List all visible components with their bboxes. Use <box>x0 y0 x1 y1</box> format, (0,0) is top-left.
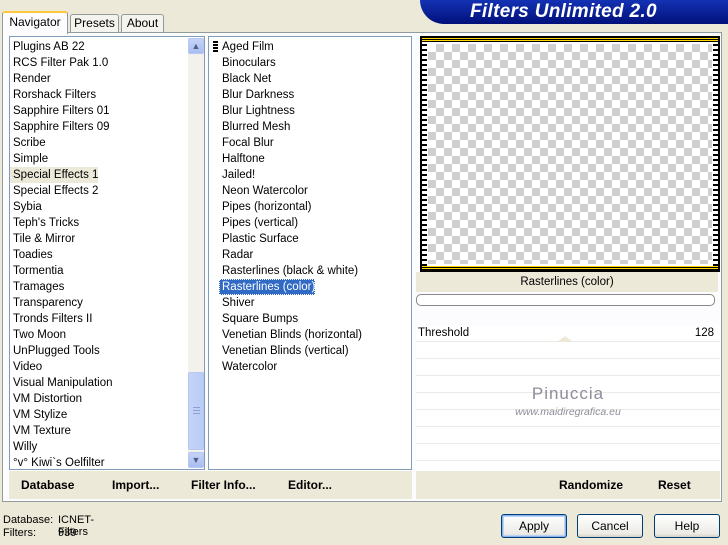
apply-button[interactable]: Apply <box>501 514 567 538</box>
slider-marker[interactable] <box>557 336 573 342</box>
filter-info-button[interactable]: Filter Info... <box>191 471 256 499</box>
category-item[interactable]: Tronds Filters II <box>10 311 92 327</box>
watermark-url: www.maidiregrafica.eu <box>515 406 621 418</box>
category-item[interactable]: Two Moon <box>10 327 66 343</box>
filters-value: 939 <box>58 527 77 539</box>
category-item[interactable]: Sapphire Filters 09 <box>10 119 110 135</box>
filter-item[interactable]: Pipes (vertical) <box>219 215 298 231</box>
category-item[interactable]: Sybia <box>10 199 42 215</box>
category-item[interactable]: VM Distortion <box>10 391 82 407</box>
watermark-name: Pinuccia <box>531 384 605 403</box>
filter-item[interactable]: Square Bumps <box>219 311 298 327</box>
right-action-bar: Randomize Reset <box>416 471 720 499</box>
category-item[interactable]: Tramages <box>10 279 64 295</box>
filter-item[interactable]: Binoculars <box>219 55 276 71</box>
filter-item[interactable]: Pipes (horizontal) <box>219 199 311 215</box>
category-item[interactable]: Special Effects 1 <box>10 167 99 183</box>
category-item[interactable]: Simple <box>10 151 48 167</box>
randomize-button[interactable]: Randomize <box>559 471 623 499</box>
category-list[interactable]: Plugins AB 22 RCS Filter Pak 1.0 Render Ror… <box>9 36 205 470</box>
category-item[interactable]: Video <box>10 359 42 375</box>
cancel-button[interactable]: Cancel <box>577 514 643 538</box>
category-item[interactable]: Visual Manipulation <box>10 375 113 391</box>
category-item[interactable]: Scribe <box>10 135 46 151</box>
filter-controls: Threshold 128 Pinuccia www.maidiregrafic… <box>416 326 720 472</box>
preview-pane <box>420 36 720 272</box>
control-row-empty <box>416 445 720 461</box>
filter-item[interactable]: Blur Darkness <box>219 87 294 103</box>
filter-item[interactable]: Focal Blur <box>219 135 274 151</box>
category-item[interactable]: Teph's Tricks <box>10 215 79 231</box>
chevron-down-icon[interactable]: ▼ <box>188 452 204 468</box>
control-value: 128 <box>694 327 714 339</box>
tab-navigator[interactable]: Navigator <box>2 11 68 34</box>
status-filters: Filters: 939 <box>3 527 76 539</box>
category-item[interactable]: Plugins AB 22 <box>10 39 85 55</box>
category-item[interactable]: Render <box>10 71 51 87</box>
control-row-threshold[interactable]: Threshold 128 <box>416 326 720 342</box>
category-item[interactable]: Toadies <box>10 247 53 263</box>
tab-about[interactable]: About <box>121 14 164 33</box>
filter-item[interactable]: Jailed! <box>219 167 255 183</box>
filter-item[interactable]: Shiver <box>219 295 255 311</box>
category-item[interactable]: RCS Filter Pak 1.0 <box>10 55 108 71</box>
category-item[interactable]: Tormentia <box>10 263 64 279</box>
control-row-empty <box>416 428 720 444</box>
category-item[interactable]: UnPlugged Tools <box>10 343 100 359</box>
chevron-up-icon[interactable]: ▲ <box>188 38 204 54</box>
category-item[interactable]: Tile & Mirror <box>10 231 75 247</box>
category-item[interactable]: Special Effects 2 <box>10 183 98 199</box>
filter-item[interactable]: Neon Watercolor <box>219 183 308 199</box>
filters-label: Filters: <box>3 527 36 539</box>
left-action-bar: Database Import... Filter Info... Editor… <box>9 471 412 499</box>
category-item[interactable]: Transparency <box>10 295 83 311</box>
filter-item[interactable]: Blur Lightness <box>219 103 295 119</box>
category-scrollbar[interactable]: ▲ ▼ <box>188 38 204 468</box>
help-button[interactable]: Help <box>654 514 720 538</box>
filter-list[interactable]: Aged Film Binoculars Black Net Blur Darknes… <box>208 36 412 470</box>
category-item[interactable]: VM Stylize <box>10 407 67 423</box>
category-item[interactable]: °v° Kiwi`s Oelfilter <box>10 455 105 471</box>
filter-item[interactable]: Halftone <box>219 151 265 167</box>
category-item[interactable]: Willy <box>10 439 37 455</box>
filter-item[interactable]: Black Net <box>219 71 271 87</box>
progress-bar <box>416 294 715 306</box>
control-row-empty <box>416 343 720 359</box>
filter-item[interactable]: Plastic Surface <box>219 231 299 247</box>
preview-stripes-bottom <box>422 266 718 270</box>
category-item[interactable]: VM Texture <box>10 423 71 439</box>
database-label: Database: <box>3 514 54 526</box>
filter-item[interactable]: Blurred Mesh <box>219 119 290 135</box>
editor-button[interactable]: Editor... <box>288 471 332 499</box>
filter-item[interactable]: Venetian Blinds (horizontal) <box>219 327 362 343</box>
preview-filter-name: Rasterlines (color) <box>416 272 718 292</box>
filter-item[interactable]: Radar <box>219 247 253 263</box>
database-button[interactable]: Database <box>21 471 74 499</box>
filter-item[interactable]: Venetian Blinds (vertical) <box>219 343 349 359</box>
preview-stripes-top <box>422 38 718 42</box>
app-banner-title: Filters Unlimited 2.0 <box>420 0 728 24</box>
preview-transparency-checker <box>428 44 712 264</box>
reset-button[interactable]: Reset <box>658 471 691 499</box>
filter-item[interactable]: Watercolor <box>219 359 277 375</box>
preview-stripes-right <box>713 42 718 266</box>
control-row-empty <box>416 360 720 376</box>
category-item[interactable]: Sapphire Filters 01 <box>10 103 110 119</box>
filter-item[interactable]: Rasterlines (color) <box>219 279 316 295</box>
tab-presets[interactable]: Presets <box>70 14 119 33</box>
filter-item[interactable]: Aged Film <box>219 39 274 55</box>
control-label: Threshold <box>418 327 470 339</box>
filter-item[interactable]: Rasterlines (black & white) <box>219 263 358 279</box>
scroll-thumb[interactable] <box>188 372 204 450</box>
category-item[interactable]: Rorshack Filters <box>10 87 96 103</box>
import-button[interactable]: Import... <box>112 471 159 499</box>
list-grip-icon <box>213 41 218 52</box>
status-database: Database: ICNET-Filters <box>3 514 94 538</box>
preview-stripes-left <box>422 42 427 266</box>
